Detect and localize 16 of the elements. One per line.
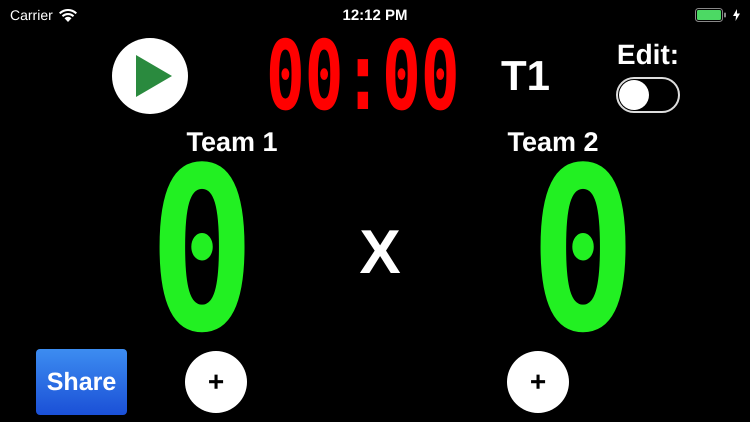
add-point-button[interactable]: + bbox=[507, 351, 569, 413]
clock-time: 12:12 PM bbox=[342, 6, 408, 24]
wifi-icon bbox=[58, 8, 77, 22]
team-name: Team 1 bbox=[185, 126, 279, 158]
battery-icon bbox=[695, 8, 727, 22]
edit-toggle[interactable] bbox=[616, 77, 680, 113]
lightning-icon bbox=[733, 9, 740, 21]
edit-label: Edit: bbox=[616, 39, 680, 71]
period-label: T1 bbox=[501, 52, 552, 100]
play-icon bbox=[136, 55, 172, 97]
share-button[interactable]: Share bbox=[36, 349, 127, 415]
add-point-button[interactable]: + bbox=[185, 351, 247, 413]
team-name: Team 2 bbox=[506, 126, 600, 158]
versus-label: X bbox=[358, 216, 402, 288]
carrier-name: Carrier bbox=[10, 7, 53, 23]
timer-display: 00:00 bbox=[266, 36, 460, 116]
